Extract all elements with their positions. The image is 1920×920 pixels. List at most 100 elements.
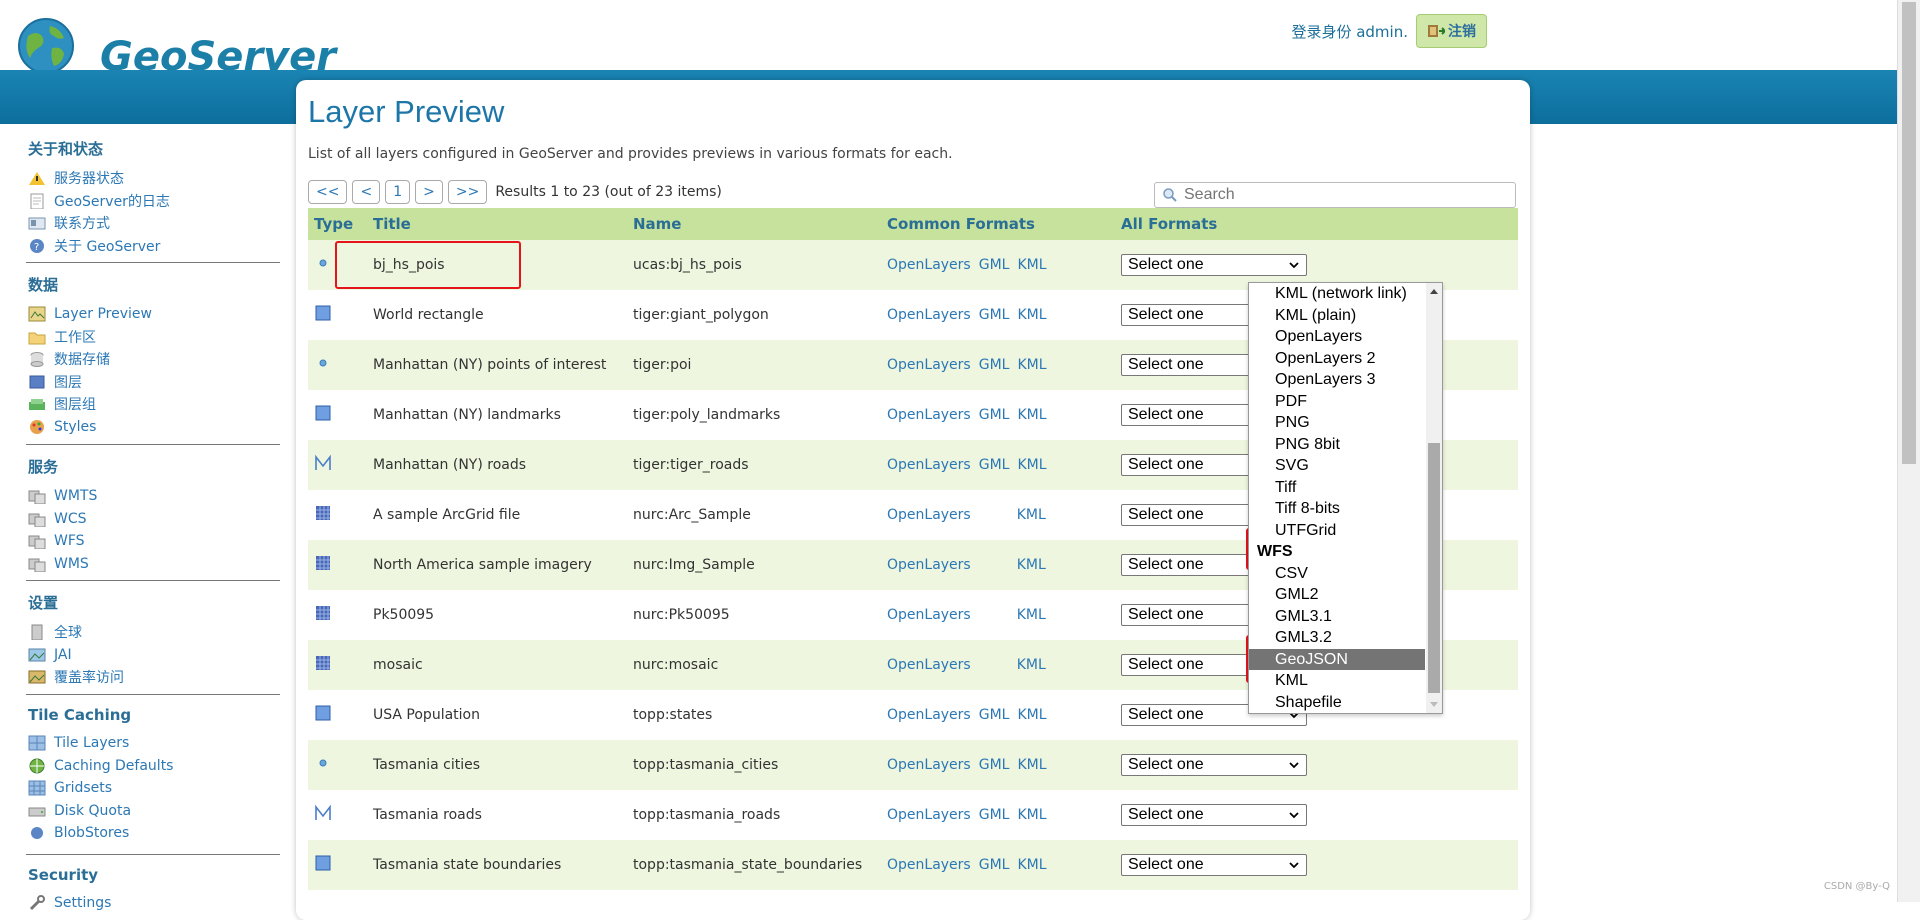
dropdown-option[interactable]: OpenLayers <box>1249 326 1425 348</box>
sidebar-item-layers[interactable]: 图层 <box>28 371 280 394</box>
dropdown-option[interactable]: GeoJSON <box>1249 648 1425 670</box>
column-header-type[interactable]: Type <box>308 208 367 240</box>
dropdown-scroll-thumb[interactable] <box>1428 443 1440 693</box>
format-link[interactable]: OpenLayers <box>887 557 971 573</box>
format-link[interactable]: KML <box>1017 357 1046 373</box>
last-page-button[interactable]: >> <box>447 180 488 204</box>
sidebar-item-about[interactable]: ? 关于 GeoServer <box>28 235 280 258</box>
format-link[interactable]: KML <box>1017 657 1046 673</box>
dropdown-option[interactable]: GML2 <box>1249 584 1425 606</box>
sidebar-item-security-settings[interactable]: Settings <box>28 892 280 915</box>
sidebar-item-tile-layers[interactable]: Tile Layers <box>28 732 280 755</box>
sidebar-item-coverage-access[interactable]: 覆盖率访问 <box>28 666 280 689</box>
sidebar-item-layer-groups[interactable]: 图层组 <box>28 393 280 416</box>
format-link[interactable]: GML <box>979 407 1010 423</box>
sidebar-item-server-status[interactable]: 服务器状态 <box>28 167 280 190</box>
scroll-down-icon[interactable] <box>1426 699 1442 711</box>
dropdown-option[interactable]: GML3.1 <box>1249 606 1425 628</box>
page-1-button[interactable]: 1 <box>385 180 411 204</box>
dropdown-option[interactable]: Shapefile <box>1249 692 1425 714</box>
dropdown-scrollbar[interactable] <box>1426 283 1442 713</box>
sidebar-item-disk-quota[interactable]: Disk Quota <box>28 800 280 823</box>
dropdown-option[interactable]: Tiff <box>1249 477 1425 499</box>
format-select[interactable]: Select one <box>1121 254 1307 276</box>
format-link[interactable]: GML <box>979 357 1010 373</box>
format-link[interactable]: OpenLayers <box>887 707 971 723</box>
dropdown-option[interactable]: OpenLayers 2 <box>1249 348 1425 370</box>
format-link[interactable]: OpenLayers <box>887 257 971 273</box>
format-link[interactable]: GML <box>979 707 1010 723</box>
format-link[interactable]: KML <box>1017 257 1046 273</box>
format-link[interactable]: OpenLayers <box>887 457 971 473</box>
search-box[interactable] <box>1154 182 1516 208</box>
format-link[interactable]: GML <box>979 757 1010 773</box>
sidebar-item-wms[interactable]: WMS <box>28 553 280 576</box>
sidebar-item-contact[interactable]: 联系方式 <box>28 212 280 235</box>
format-link[interactable]: KML <box>1017 307 1046 323</box>
format-link[interactable]: GML <box>979 457 1010 473</box>
dropdown-option[interactable]: PNG <box>1249 412 1425 434</box>
format-link[interactable]: KML <box>1017 857 1046 873</box>
format-link[interactable]: OpenLayers <box>887 857 971 873</box>
format-select[interactable]: Select one <box>1121 854 1307 876</box>
format-link[interactable]: KML <box>1017 557 1046 573</box>
format-link[interactable]: OpenLayers <box>887 757 971 773</box>
column-header-name[interactable]: Name <box>627 208 881 240</box>
format-link[interactable]: KML <box>1017 507 1046 523</box>
sidebar-item-wfs[interactable]: WFS <box>28 530 280 553</box>
format-link[interactable]: OpenLayers <box>887 657 971 673</box>
sidebar-item-layer-preview[interactable]: Layer Preview <box>28 303 280 326</box>
format-link[interactable]: KML <box>1017 407 1046 423</box>
format-link[interactable]: KML <box>1017 707 1046 723</box>
format-link[interactable]: OpenLayers <box>887 357 971 373</box>
dropdown-option[interactable]: GML3.2 <box>1249 627 1425 649</box>
format-link[interactable]: GML <box>979 857 1010 873</box>
format-link[interactable]: KML <box>1017 757 1046 773</box>
dropdown-option[interactable]: Tiff 8-bits <box>1249 498 1425 520</box>
format-link[interactable]: KML <box>1017 607 1046 623</box>
first-page-button[interactable]: << <box>308 180 348 204</box>
search-input[interactable] <box>1182 185 1506 205</box>
dropdown-option[interactable]: KML <box>1249 670 1425 692</box>
column-header-title[interactable]: Title <box>367 208 627 240</box>
format-link[interactable]: GML <box>979 307 1010 323</box>
dropdown-option[interactable]: CSV <box>1249 563 1425 585</box>
format-link[interactable]: OpenLayers <box>887 307 971 323</box>
sidebar-item-styles[interactable]: Styles <box>28 416 280 439</box>
sidebar-item-workspaces[interactable]: 工作区 <box>28 326 280 349</box>
sidebar-item-global[interactable]: 全球 <box>28 621 280 644</box>
sidebar-item-logs[interactable]: GeoServer的日志 <box>28 190 280 213</box>
sidebar-item-stores[interactable]: 数据存储 <box>28 348 280 371</box>
scroll-up-icon[interactable] <box>1426 285 1442 297</box>
sidebar-item-gridsets[interactable]: Gridsets <box>28 777 280 800</box>
dropdown-option[interactable]: KML (network link) <box>1249 283 1425 305</box>
sidebar-item-jai[interactable]: JAI <box>28 644 280 667</box>
dropdown-option[interactable]: PNG 8bit <box>1249 434 1425 456</box>
format-link[interactable]: OpenLayers <box>887 507 971 523</box>
format-link[interactable]: KML <box>1017 807 1046 823</box>
dropdown-option[interactable]: UTFGrid <box>1249 520 1425 542</box>
format-select[interactable]: Select one <box>1121 754 1307 776</box>
format-select[interactable]: Select one <box>1121 804 1307 826</box>
dropdown-option[interactable]: SVG <box>1249 455 1425 477</box>
dropdown-option[interactable]: OpenLayers 3 <box>1249 369 1425 391</box>
format-link[interactable]: GML <box>979 257 1010 273</box>
page-scroll-thumb[interactable] <box>1902 2 1916 464</box>
format-link[interactable]: GML <box>979 807 1010 823</box>
sidebar-item-wmts[interactable]: WMTS <box>28 485 280 508</box>
logout-button[interactable]: 注销 <box>1416 14 1487 48</box>
sidebar-item-caching-defaults[interactable]: Caching Defaults <box>28 755 280 778</box>
sidebar-item-wcs[interactable]: WCS <box>28 508 280 531</box>
format-link[interactable]: OpenLayers <box>887 607 971 623</box>
sidebar-divider <box>26 444 280 445</box>
format-dropdown-list[interactable]: KML (network link) KML (plain) OpenLayers O… <box>1248 282 1443 714</box>
sidebar-item-blobstores[interactable]: BlobStores <box>28 822 280 845</box>
format-link[interactable]: OpenLayers <box>887 407 971 423</box>
dropdown-option[interactable]: KML (plain) <box>1249 305 1425 327</box>
prev-page-button[interactable]: < <box>352 180 381 204</box>
next-page-button[interactable]: > <box>415 180 443 204</box>
format-link[interactable]: OpenLayers <box>887 807 971 823</box>
page-scrollbar[interactable] <box>1897 0 1920 902</box>
dropdown-option[interactable]: PDF <box>1249 391 1425 413</box>
format-link[interactable]: KML <box>1017 457 1046 473</box>
